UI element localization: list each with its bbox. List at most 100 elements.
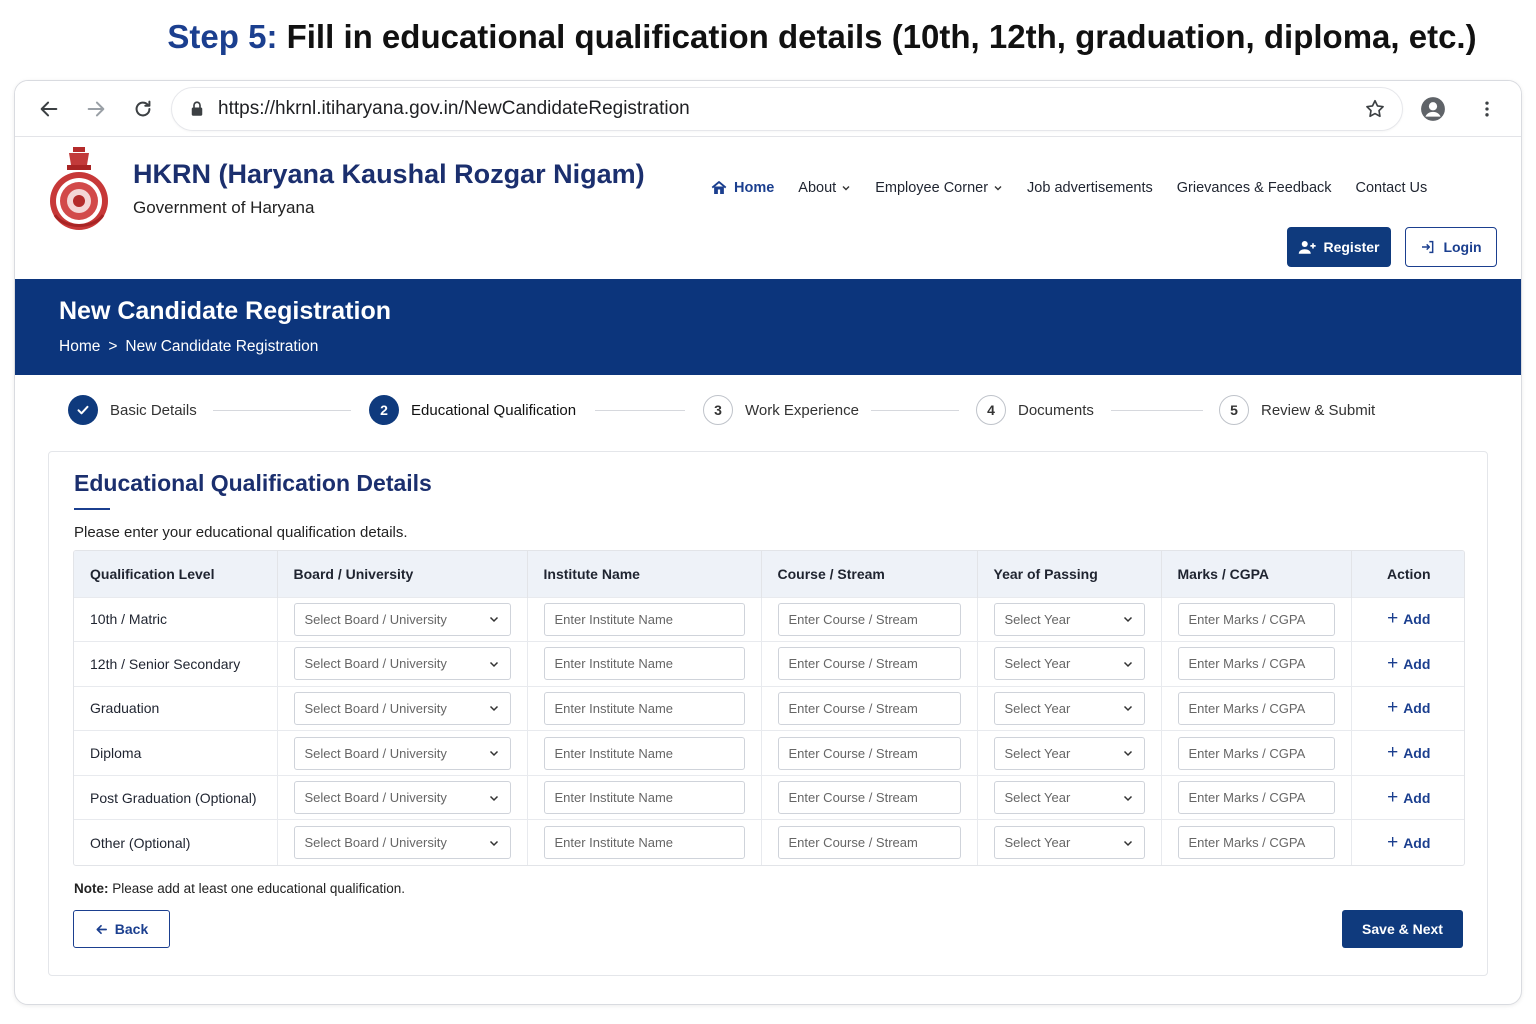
marks-cell: Enter Marks / CGPA [1161, 596, 1352, 642]
column-header: Year of Passing [977, 551, 1162, 597]
course-input[interactable]: Enter Course / Stream [777, 826, 961, 860]
step-connector [595, 410, 685, 411]
year-select[interactable]: Select Year [993, 781, 1145, 815]
step-educational-qualification[interactable]: 2 Educational Qualification [369, 395, 576, 425]
step-documents[interactable]: 4 Documents [976, 395, 1094, 425]
back-button[interactable]: Back [73, 910, 170, 948]
nav-home[interactable]: Home [705, 179, 774, 197]
step-label: Educational Qualification [411, 401, 577, 419]
institute-input[interactable]: Enter Institute Name [543, 602, 745, 636]
breadcrumb-home[interactable]: Home [59, 338, 100, 356]
year-select[interactable]: Select Year [993, 826, 1145, 860]
reload-button[interactable] [123, 89, 163, 129]
marks-input[interactable]: Enter Marks / CGPA [1177, 647, 1335, 681]
action-cell: + Add [1351, 774, 1464, 820]
register-button[interactable]: Register [1287, 227, 1391, 267]
step-number: 2 [369, 395, 399, 425]
profile-button[interactable] [1413, 89, 1453, 129]
year-select-value: Select Year [1004, 790, 1071, 806]
year-select[interactable]: Select Year [993, 602, 1145, 636]
year-cell: Select Year [977, 774, 1162, 820]
nav-about[interactable]: About [798, 180, 851, 196]
year-cell: Select Year [977, 641, 1162, 687]
chevron-down-icon [489, 751, 498, 757]
add-button[interactable]: + Add [1387, 786, 1430, 808]
board-select[interactable]: Select Board / University [293, 736, 511, 770]
marks-input[interactable]: Enter Marks / CGPA [1177, 691, 1335, 725]
add-button[interactable]: + Add [1387, 609, 1430, 628]
step-connector [871, 410, 959, 411]
board-cell: Select Board / University [277, 641, 528, 687]
nav-employee-corner[interactable]: Employee Corner [875, 180, 1003, 196]
course-input[interactable]: Enter Course / Stream [777, 736, 961, 770]
column-header: Marks / CGPA [1161, 551, 1352, 597]
nav-grievances[interactable]: Grievances & Feedback [1177, 180, 1332, 196]
registration-stepper: Basic Details 2 Educational Qualificatio… [15, 375, 1521, 451]
add-button[interactable]: + Add [1387, 743, 1431, 762]
marks-input[interactable]: Enter Marks / CGPA [1177, 826, 1335, 860]
save-next-button[interactable]: Save & Next [1342, 910, 1463, 948]
course-input[interactable]: Enter Course / Stream [777, 647, 961, 681]
year-select[interactable]: Select Year [993, 736, 1145, 770]
step-review-submit[interactable]: 5 Review & Submit [1219, 395, 1375, 425]
board-cell: Select Board / University [277, 774, 528, 820]
board-select[interactable]: Select Board / University [293, 602, 511, 636]
qualification-level: Other (Optional) [74, 819, 278, 865]
board-select[interactable]: Select Board / University [293, 691, 511, 725]
board-select[interactable]: Select Board / University [293, 647, 511, 681]
year-select[interactable]: Select Year [993, 691, 1145, 725]
step-connector [213, 410, 351, 411]
step-work-experience[interactable]: 3 Work Experience [703, 395, 859, 425]
step-label: Work Experience [745, 401, 859, 419]
chevron-down-icon [1123, 617, 1132, 623]
step-basic-details[interactable]: Basic Details [68, 395, 197, 425]
action-cell: + Add [1351, 819, 1464, 865]
plus-icon: + [1387, 786, 1399, 808]
marks-input[interactable]: Enter Marks / CGPA [1177, 602, 1335, 636]
add-button[interactable]: + Add [1387, 654, 1430, 673]
add-button[interactable]: + Add [1387, 833, 1431, 852]
column-header: Institute Name [527, 551, 762, 597]
institute-input[interactable]: Enter Institute Name [543, 781, 745, 815]
forward-nav-button[interactable] [76, 89, 116, 129]
course-input[interactable]: Enter Course / Stream [777, 602, 961, 636]
marks-input[interactable]: Enter Marks / CGPA [1177, 736, 1335, 770]
nav-contact-us[interactable]: Contact Us [1356, 180, 1428, 196]
year-select[interactable]: Select Year [993, 647, 1145, 681]
institute-input[interactable]: Enter Institute Name [543, 826, 745, 860]
note-text: Please add at least one educational qual… [112, 881, 405, 896]
board-select[interactable]: Select Board / University [293, 826, 511, 860]
institute-input[interactable]: Enter Institute Name [543, 647, 745, 681]
back-nav-button[interactable] [29, 89, 69, 129]
qualification-level: Diploma [74, 730, 278, 776]
register-label: Register [1323, 239, 1380, 255]
institute-input[interactable]: Enter Institute Name [543, 736, 745, 770]
chevron-down-icon [489, 706, 498, 712]
board-select-value: Select Board / University [304, 611, 447, 627]
title-underline [74, 508, 110, 510]
table-header-row: Qualification Level Board / University I… [74, 551, 1464, 597]
nav-job-advertisements[interactable]: Job advertisements [1027, 180, 1153, 196]
more-vertical-icon [1485, 101, 1489, 117]
course-cell: Enter Course / Stream [761, 685, 978, 731]
address-bar[interactable]: https://hkrnl.itiharyana.gov.in/NewCandi… [171, 87, 1403, 131]
chevron-down-icon [842, 186, 850, 191]
marks-input[interactable]: Enter Marks / CGPA [1177, 781, 1335, 815]
step-number: 4 [976, 395, 1006, 425]
table-row: Other (Optional) Select Board / Universi… [74, 819, 1464, 865]
add-button[interactable]: + Add [1387, 698, 1430, 717]
star-icon[interactable] [1364, 98, 1386, 120]
qualification-level-text: Diploma [90, 745, 142, 762]
institute-input[interactable]: Enter Institute Name [543, 691, 745, 725]
course-input[interactable]: Enter Course / Stream [777, 781, 961, 815]
step-label: Basic Details [110, 401, 197, 419]
add-label: Add [1403, 745, 1431, 762]
lock-icon [191, 101, 203, 116]
menu-button[interactable] [1467, 89, 1507, 129]
board-select[interactable]: Select Board / University [293, 781, 511, 815]
section-title: Educational Qualification Details [74, 470, 432, 496]
course-input[interactable]: Enter Course / Stream [777, 691, 961, 725]
step-label: Documents [1018, 401, 1094, 419]
login-button[interactable]: Login [1405, 227, 1497, 267]
add-label: Add [1403, 834, 1431, 851]
